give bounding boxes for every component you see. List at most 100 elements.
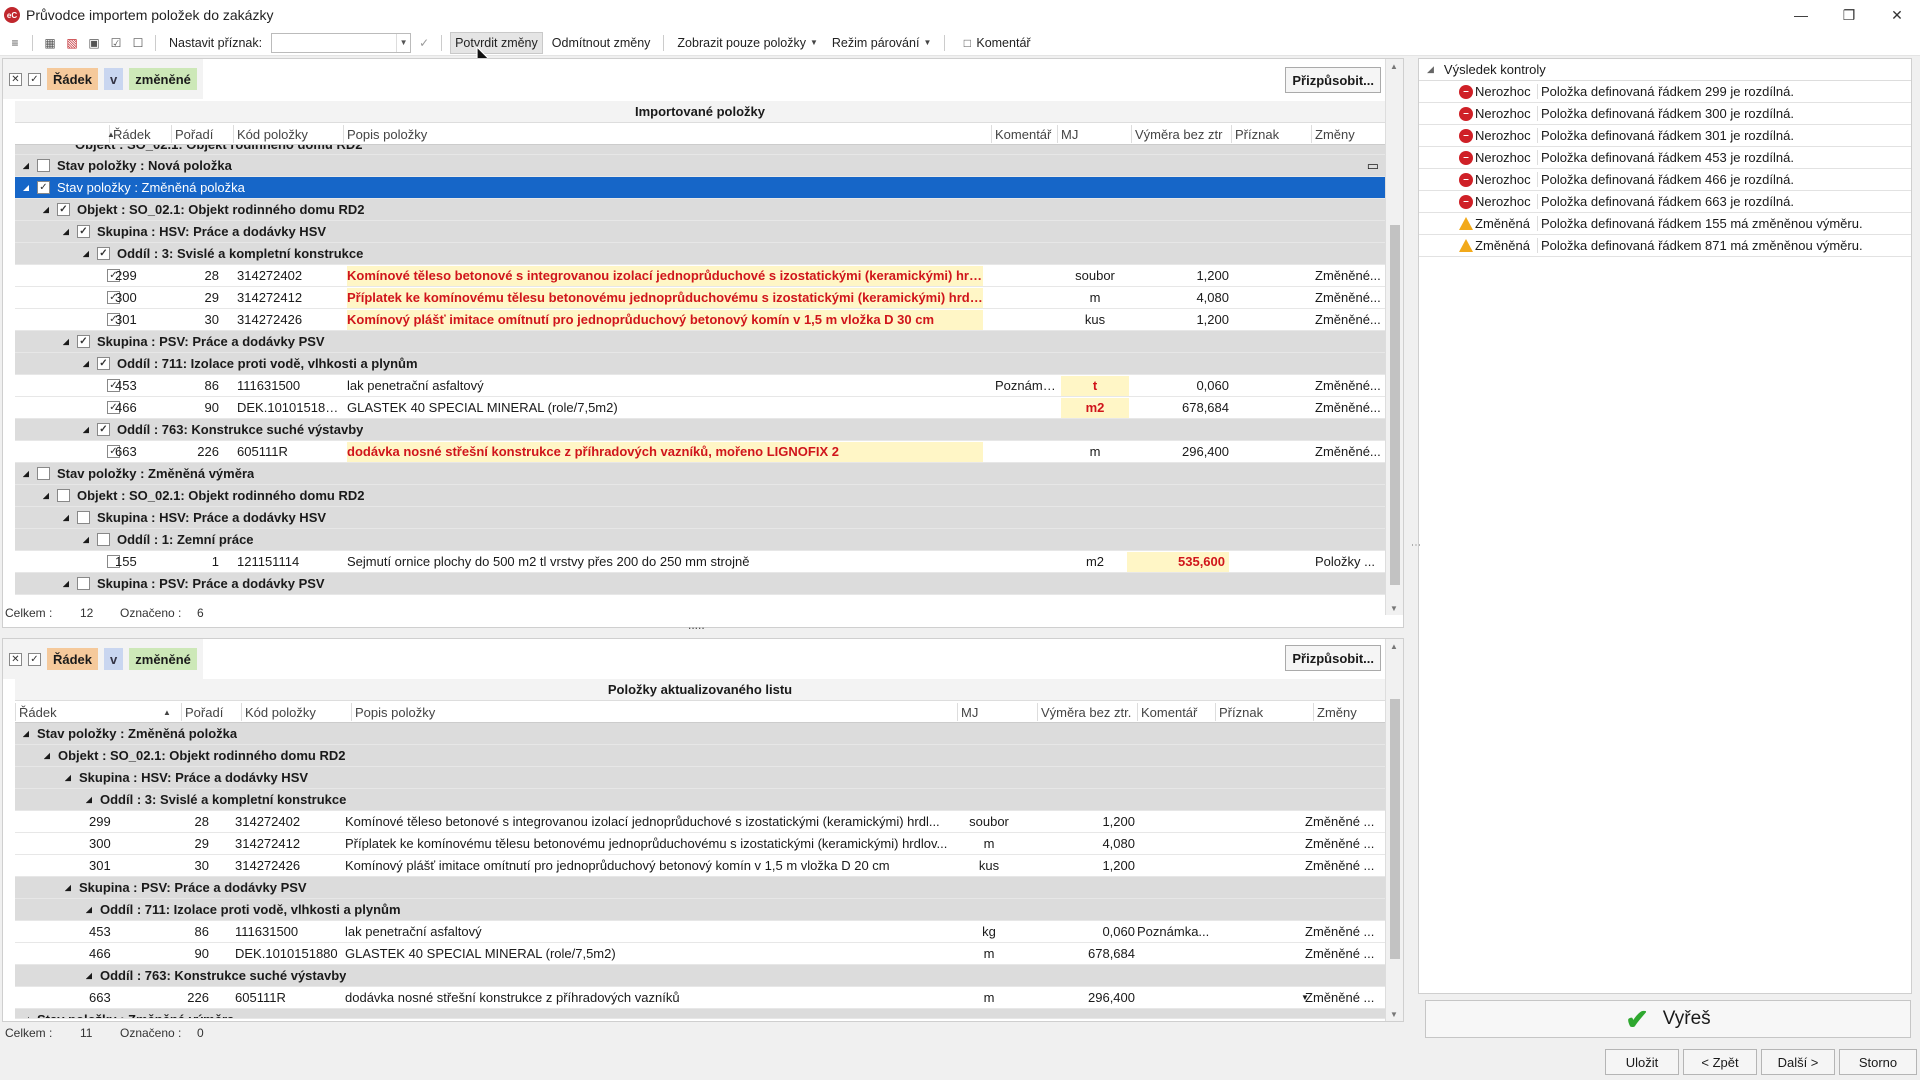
group-row[interactable]: ◢ Skupina : HSV: Práce a dodávky HSV: [15, 507, 1385, 529]
expand-toggle-icon[interactable]: ◢: [83, 425, 89, 434]
column-header-7[interactable]: Příznak: [1219, 705, 1263, 720]
expand-toggle-icon[interactable]: ◢: [43, 205, 49, 214]
group-checkbox[interactable]: ✓: [57, 203, 70, 216]
group-checkbox[interactable]: [77, 577, 90, 590]
dropdown-arrow-icon[interactable]: ▼: [1301, 993, 1309, 1002]
flag-select[interactable]: ▼: [271, 32, 412, 53]
expand-toggle-icon[interactable]: ◢: [63, 579, 69, 588]
result-row[interactable]: – Nerozhoc Položka definovaná řádkem 301 j…: [1419, 125, 1911, 147]
column-header-3[interactable]: Popis položky: [347, 127, 427, 142]
group-row[interactable]: ◢ Stav položky : Změněná výměra: [15, 463, 1385, 485]
column-divider[interactable]: [241, 703, 242, 721]
column-divider[interactable]: [991, 125, 992, 143]
group-row[interactable]: ◢ Stav položky : Nová položka ▭: [15, 155, 1385, 177]
vertical-splitter-handle[interactable]: ⋮: [1410, 540, 1421, 550]
check-all-icon[interactable]: ☑: [107, 34, 125, 52]
column-header-0[interactable]: Řádek: [113, 127, 151, 142]
enable-filter-checkbox[interactable]: ✓: [28, 652, 41, 666]
group-checkbox[interactable]: [77, 511, 90, 524]
column-divider[interactable]: [957, 703, 958, 721]
result-row[interactable]: – Nerozhoc Položka definovaná řádkem 466 j…: [1419, 169, 1911, 191]
enable-filter-checkbox[interactable]: ✓: [28, 72, 41, 86]
table-row[interactable]: 301 30 314272426 Komínový plášť imitace omí…: [15, 855, 1385, 877]
column-header-2[interactable]: Kód položky: [237, 127, 308, 142]
column-divider[interactable]: [15, 703, 16, 721]
scroll-up-icon[interactable]: ▲: [1390, 62, 1398, 71]
group-row[interactable]: ◢ ✓ Skupina : HSV: Práce a dodávky HSV: [15, 221, 1385, 243]
column-header-4[interactable]: MJ: [961, 705, 978, 720]
group-row[interactable]: ◢ Stav položky : Změněná výměra: [15, 1009, 1385, 1019]
expand-toggle-icon[interactable]: ◢: [23, 161, 29, 170]
uncheck-all-icon[interactable]: ☐: [129, 34, 147, 52]
column-header-5[interactable]: MJ: [1061, 127, 1078, 142]
column-header-1[interactable]: Pořadí: [185, 705, 223, 720]
restore-button[interactable]: ❐: [1826, 0, 1872, 30]
expand-toggle-icon[interactable]: ◢: [83, 359, 89, 368]
expand-toggle-icon[interactable]: ◢: [63, 337, 69, 346]
column-header-3[interactable]: Popis položky: [355, 705, 435, 720]
group-row[interactable]: ◢ Objekt : SO_02.1: Objekt rodinného domu…: [15, 485, 1385, 507]
group-row[interactable]: ◢ Skupina : PSV: Práce a dodávky PSV: [15, 573, 1385, 595]
group-checkbox[interactable]: [97, 533, 110, 546]
expand-toggle-icon[interactable]: ◢: [83, 535, 89, 544]
column-divider[interactable]: [1137, 703, 1138, 721]
expand-toggle-icon[interactable]: ◢: [23, 729, 29, 738]
column-header-8[interactable]: Změny: [1315, 127, 1355, 142]
expand-toggle-icon[interactable]: ◢: [63, 227, 69, 236]
table-row[interactable]: 453 86 111631500 lak penetrační asfaltový kg…: [15, 921, 1385, 943]
sort-ascending-icon[interactable]: ▲: [107, 130, 115, 139]
comment-button[interactable]: □ Komentář: [953, 32, 1035, 54]
expand-toggle-icon[interactable]: ◢: [65, 883, 71, 892]
column-header-6[interactable]: Komentář: [1141, 705, 1197, 720]
table-row[interactable]: 300 29 314272412 Příplatek ke komínovému tě…: [15, 833, 1385, 855]
group-row[interactable]: ◢ Oddíl : 1: Zemní práce: [15, 529, 1385, 551]
group-checkbox[interactable]: ✓: [97, 357, 110, 370]
group-checkbox[interactable]: ✓: [97, 423, 110, 436]
group-row[interactable]: ◢ ✓ Objekt : SO_02.1: Objekt rodinného dom…: [15, 199, 1385, 221]
expand-all-icon[interactable]: ▦: [41, 34, 59, 52]
group-checkbox[interactable]: [37, 467, 50, 480]
show-only-items-dropdown[interactable]: Zobrazit pouze položky ▼: [672, 32, 822, 54]
group-checkbox[interactable]: ✓: [77, 335, 90, 348]
column-divider[interactable]: [343, 125, 344, 143]
expand-toggle-icon[interactable]: ◢: [23, 183, 29, 192]
result-row[interactable]: – Nerozhoc Položka definovaná řádkem 663 j…: [1419, 191, 1911, 213]
column-divider[interactable]: [1215, 703, 1216, 721]
next-button[interactable]: Další >: [1761, 1049, 1835, 1075]
back-button[interactable]: < Zpět: [1683, 1049, 1757, 1075]
expand-toggle-icon[interactable]: ◢: [23, 469, 29, 478]
expand-toggle-icon[interactable]: ◢: [43, 491, 49, 500]
scroll-down-icon[interactable]: ▼: [1390, 604, 1398, 613]
table-row[interactable]: ✓ 301 30 314272426 Komínový plášť imitace om…: [15, 309, 1385, 331]
column-divider[interactable]: [1231, 125, 1232, 143]
table-row[interactable]: 299 28 314272402 Komínové těleso betonové s…: [15, 811, 1385, 833]
filter-chip-changed[interactable]: změněné: [129, 648, 197, 670]
collapse-all-icon[interactable]: ▣: [85, 34, 103, 52]
group-checkbox[interactable]: [57, 489, 70, 502]
scroll-up-icon[interactable]: ▲: [1390, 642, 1398, 651]
column-divider[interactable]: [171, 125, 172, 143]
customize-button[interactable]: Přizpůsobit...: [1285, 67, 1381, 93]
result-row[interactable]: – Nerozhoc Položka definovaná řádkem 300 j…: [1419, 103, 1911, 125]
group-row[interactable]: ◢ ✓ Oddíl : 3: Svislé a kompletní konstruk…: [15, 243, 1385, 265]
chevron-down-icon[interactable]: ▼: [396, 33, 410, 52]
group-checkbox[interactable]: ✓: [77, 225, 90, 238]
column-divider[interactable]: [351, 703, 352, 721]
result-row[interactable]: Změněná Položka definovaná řádkem 155 má …: [1419, 213, 1911, 235]
column-divider[interactable]: [1313, 703, 1314, 721]
table-row[interactable]: ✓ 300 29 314272412 Příplatek ke komínovému t…: [15, 287, 1385, 309]
column-header-2[interactable]: Kód položky: [245, 705, 316, 720]
column-header-6[interactable]: Výměra bez ztr: [1135, 127, 1222, 142]
filter-chip-changed[interactable]: změněné: [129, 68, 197, 90]
splitter-handle[interactable]: .....: [688, 618, 705, 632]
group-action-icon[interactable]: ▭: [1367, 158, 1379, 174]
table-row[interactable]: 466 90 DEK.1010151880 GLASTEK 40 SPECIAL MI…: [15, 943, 1385, 965]
column-header-0[interactable]: Řádek: [19, 705, 57, 720]
group-row[interactable]: ◢ Oddíl : 3: Svislé a kompletní konstrukc…: [15, 789, 1385, 811]
reject-changes-button[interactable]: Odmítnout změny: [547, 32, 656, 54]
cancel-button[interactable]: Storno: [1839, 1049, 1917, 1075]
scroll-thumb[interactable]: [1390, 225, 1400, 585]
group-row[interactable]: ◢ Objekt : SO_02.1: Objekt rodinného domu…: [15, 745, 1385, 767]
result-row[interactable]: – Nerozhoc Položka definovaná řádkem 299 j…: [1419, 81, 1911, 103]
table-row[interactable]: 663 226 605111R dodávka nosné střešní konst…: [15, 987, 1385, 1009]
